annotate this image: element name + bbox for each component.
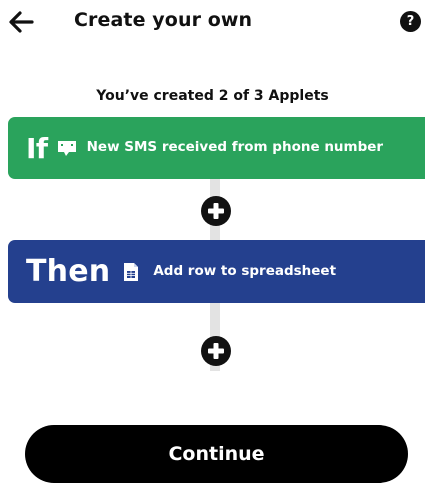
applet-count-text: You’ve created 2 of 3 Applets <box>96 88 329 104</box>
continue-button[interactable]: Continue <box>25 425 408 483</box>
page-title: Create your own <box>74 9 253 31</box>
action-card[interactable]: Then Add row to spreadsheet <box>8 240 425 303</box>
add-step-button[interactable] <box>201 196 231 226</box>
action-text: Add row to spreadsheet <box>153 263 337 279</box>
sms-message-icon <box>56 137 78 159</box>
trigger-text: New SMS received from phone number <box>86 138 384 155</box>
spreadsheet-icon <box>120 261 142 283</box>
plus-icon <box>208 343 224 359</box>
trigger-keyword: If <box>26 131 48 165</box>
add-step-button-2[interactable] <box>201 336 231 366</box>
help-icon[interactable]: ? <box>400 11 421 32</box>
plus-icon <box>208 203 224 219</box>
action-keyword: Then <box>26 254 111 289</box>
create-applet-screen: Create your own ? You’ve created 2 of 3 … <box>0 0 425 483</box>
back-arrow-icon[interactable] <box>8 9 36 35</box>
trigger-card[interactable]: If New SMS received from phone number <box>8 117 425 179</box>
